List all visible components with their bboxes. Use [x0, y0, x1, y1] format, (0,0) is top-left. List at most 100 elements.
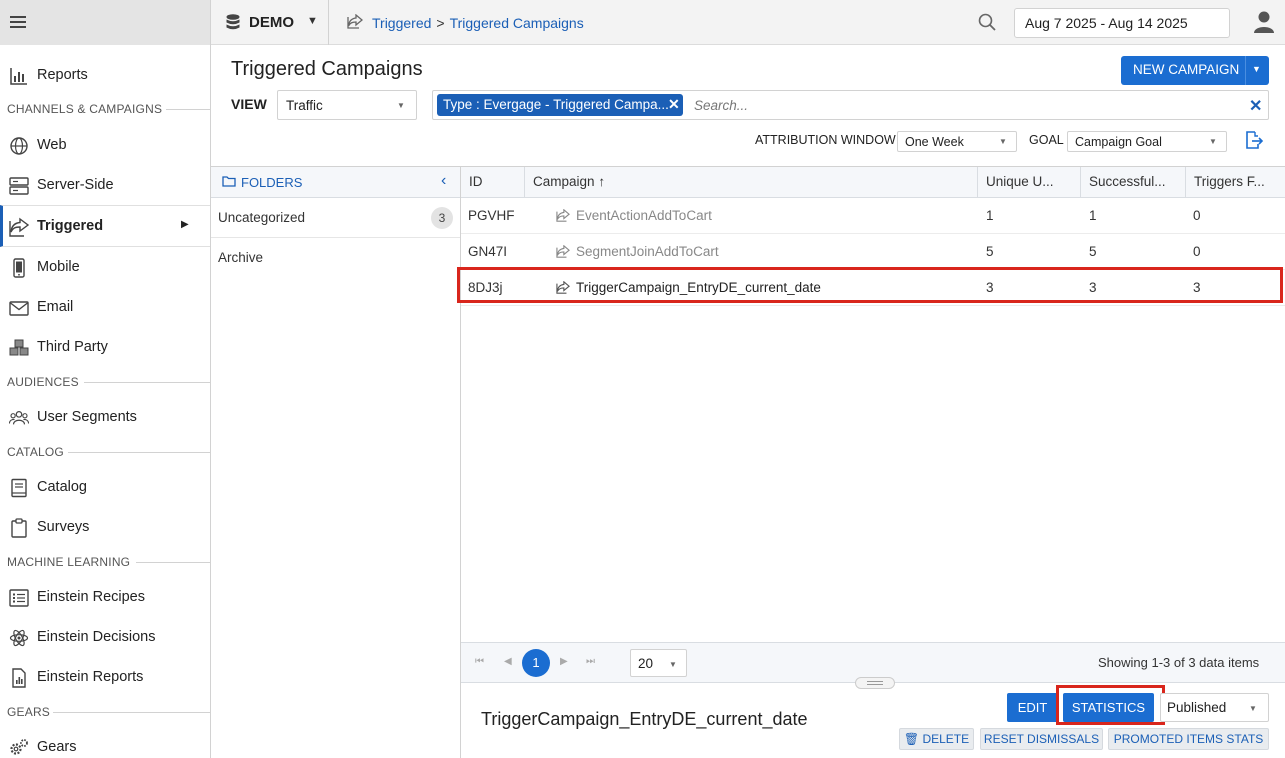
database-icon [226, 14, 240, 30]
sidebar-item-label: Mobile [37, 259, 80, 275]
clipboard-icon [11, 518, 27, 538]
sidebar-item-gears[interactable]: Gears [0, 727, 210, 758]
folder-name: Uncategorized [218, 210, 306, 225]
filter-chip-label: Type : Evergage - Triggered Campa... [443, 97, 669, 112]
section-header: GEARS [7, 705, 51, 719]
sidebar-item-server-side[interactable]: Server-Side [0, 165, 210, 205]
folder-item-uncategorized[interactable]: Uncategorized 3 [211, 198, 460, 238]
sidebar-item-label: Reports [37, 67, 88, 83]
clear-icon[interactable]: ✕ [1249, 96, 1262, 116]
share-icon [9, 217, 29, 237]
statistics-highlight-box [1056, 685, 1165, 725]
prev-page-icon[interactable]: ◀ [504, 656, 512, 667]
divider [68, 452, 210, 453]
sidebar-item-einstein-decisions[interactable]: Einstein Decisions [0, 617, 210, 657]
row-highlight-box [457, 267, 1283, 303]
search-input[interactable]: Search... [694, 98, 748, 113]
detail-campaign-title: TriggerCampaign_EntryDE_current_date [481, 709, 808, 729]
sidebar-item-mobile[interactable]: Mobile [0, 247, 210, 287]
status-select[interactable]: Published ▼ [1160, 693, 1269, 722]
folders-title: FOLDERS [241, 175, 303, 190]
page-size-select[interactable]: 20 ▼ [630, 649, 687, 677]
attribution-window-select[interactable]: One Week ▼ [897, 131, 1017, 152]
site-name: DEMO [249, 14, 294, 31]
date-range-picker[interactable]: Aug 7 2025 - Aug 14 2025 [1014, 8, 1230, 38]
page-title: Triggered Campaigns [231, 58, 423, 80]
section-header: AUDIENCES [7, 375, 79, 389]
last-page-icon[interactable]: ⏭ [586, 656, 595, 667]
sidebar-item-triggered[interactable]: Triggered ▶ [0, 205, 210, 247]
goal-select[interactable]: Campaign Goal ▼ [1067, 131, 1227, 152]
cell-campaign-name[interactable]: SegmentJoinAddToCart [576, 244, 719, 259]
column-header-triggers[interactable]: Triggers F... [1186, 167, 1285, 198]
status-value: Published [1167, 700, 1227, 715]
server-icon [9, 177, 29, 195]
sidebar-item-surveys[interactable]: Surveys [0, 507, 210, 547]
hamburger-icon [10, 16, 26, 28]
caret-down-icon[interactable]: ▼ [1252, 64, 1261, 74]
cell-triggers: 0 [1193, 208, 1201, 223]
menu-toggle[interactable] [0, 0, 211, 45]
cell-unique-users: 5 [986, 244, 994, 259]
filter-search-box[interactable]: Type : Evergage - Triggered Campa... ✕ S… [432, 90, 1269, 120]
grid-header: ID Campaign ↑ Unique U... Successful... … [461, 167, 1285, 198]
cubes-icon [9, 339, 29, 356]
view-select[interactable]: Traffic ▼ [277, 90, 417, 120]
table-row[interactable]: PGVHF EventActionAddToCart 1 1 0 [461, 198, 1285, 234]
chevron-left-icon[interactable]: ‹ [441, 172, 446, 190]
folder-count-badge: 3 [431, 207, 453, 229]
search-icon[interactable] [978, 13, 996, 31]
sidebar-item-label: Gears [37, 739, 77, 755]
column-header-campaign[interactable]: Campaign ↑ [525, 167, 978, 198]
delete-button[interactable]: 🗑 DELETE [899, 728, 974, 750]
divider [53, 712, 210, 713]
column-header-successful[interactable]: Successful... [1081, 167, 1186, 198]
sidebar-item-third-party[interactable]: Third Party [0, 327, 210, 367]
divider [166, 109, 210, 110]
sidebar-item-user-segments[interactable]: User Segments [0, 397, 210, 437]
page-size-value: 20 [638, 656, 654, 671]
trash-icon: 🗑 [903, 732, 920, 746]
resize-handle[interactable] [855, 677, 895, 689]
share-icon [347, 14, 363, 29]
next-page-icon[interactable]: ▶ [560, 656, 568, 667]
globe-icon [10, 137, 28, 155]
section-header: CHANNELS & CAMPAIGNS [7, 102, 163, 116]
reset-dismissals-button[interactable]: RESET DISMISSALS [980, 728, 1103, 750]
sidebar-item-label: Third Party [37, 339, 108, 355]
sidebar-item-label: Einstein Reports [37, 669, 144, 685]
page-number-button[interactable]: 1 [522, 649, 550, 677]
close-icon[interactable]: ✕ [668, 96, 680, 113]
cell-triggers: 0 [1193, 244, 1201, 259]
new-campaign-label: NEW CAMPAIGN [1133, 62, 1240, 77]
filter-chip[interactable]: Type : Evergage - Triggered Campa... ✕ [437, 94, 683, 116]
envelope-icon [9, 301, 29, 316]
user-icon[interactable] [1254, 11, 1274, 33]
column-header-id[interactable]: ID [461, 167, 525, 198]
folder-item-archive[interactable]: Archive [211, 238, 460, 278]
sidebar-item-catalog[interactable]: Catalog [0, 467, 210, 507]
sidebar-item-label: Surveys [37, 519, 90, 535]
export-icon[interactable] [1244, 130, 1264, 150]
users-icon [9, 411, 29, 425]
mobile-icon [13, 258, 25, 278]
column-header-unique-users[interactable]: Unique U... [978, 167, 1081, 198]
sidebar-item-reports[interactable]: Reports [0, 55, 210, 95]
sidebar-item-einstein-recipes[interactable]: Einstein Recipes [0, 577, 210, 617]
breadcrumb-triggered[interactable]: Triggered [372, 15, 431, 31]
sidebar-item-web[interactable]: Web [0, 125, 210, 165]
edit-button[interactable]: EDIT [1007, 693, 1058, 722]
new-campaign-button[interactable]: NEW CAMPAIGN ▼ [1121, 56, 1269, 85]
promoted-items-stats-button[interactable]: PROMOTED ITEMS STATS [1108, 728, 1269, 750]
breadcrumb-triggered-campaigns[interactable]: Triggered Campaigns [450, 15, 584, 31]
sidebar-item-email[interactable]: Email [0, 287, 210, 327]
sort-ascending-icon: ↑ [598, 174, 606, 189]
share-icon [556, 209, 570, 222]
caret-down-icon: ▼ [1249, 704, 1257, 713]
first-page-icon[interactable]: ⏮ [475, 656, 484, 667]
site-selector[interactable]: DEMO ▼ [211, 0, 329, 45]
sidebar-item-einstein-reports[interactable]: Einstein Reports [0, 657, 210, 697]
cell-campaign-name[interactable]: EventActionAddToCart [576, 208, 712, 223]
section-header: CATALOG [7, 445, 64, 459]
table-row[interactable]: GN47I SegmentJoinAddToCart 5 5 0 [461, 234, 1285, 270]
